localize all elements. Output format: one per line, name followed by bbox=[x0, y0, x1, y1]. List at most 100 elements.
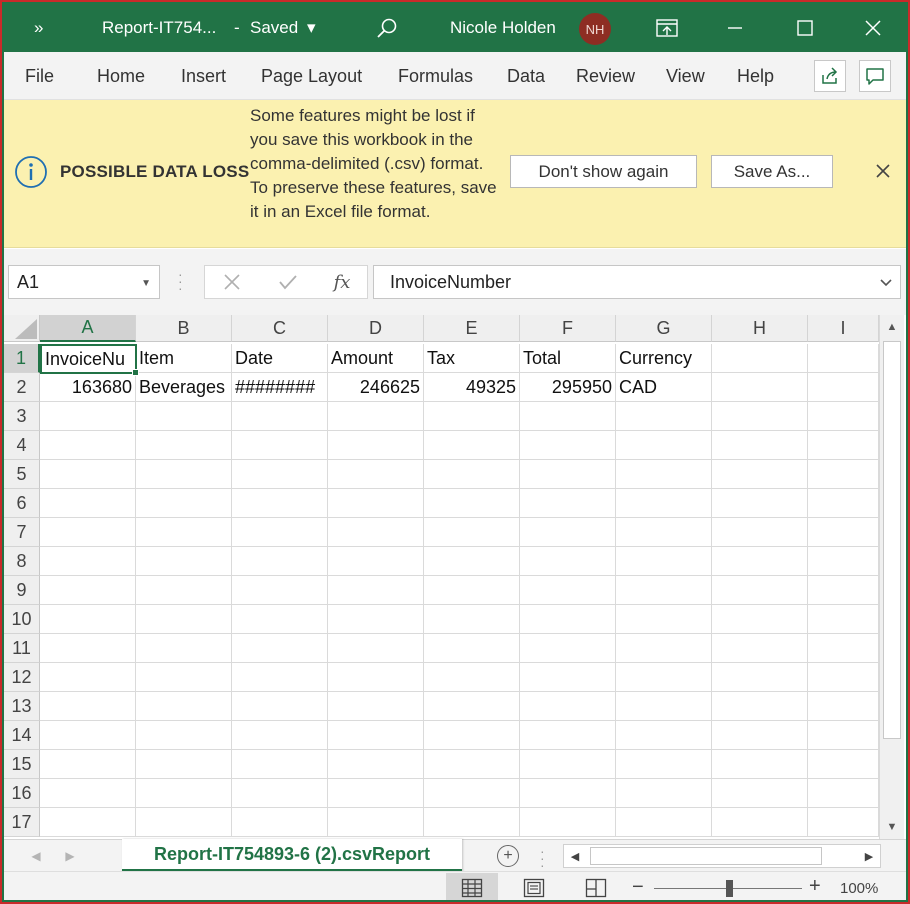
cell-f13[interactable] bbox=[520, 692, 616, 721]
close-button[interactable] bbox=[850, 4, 896, 52]
cell-h5[interactable] bbox=[712, 460, 808, 489]
horizontal-scroll-thumb[interactable] bbox=[590, 847, 822, 865]
tab-help[interactable]: Help bbox=[737, 52, 774, 100]
cell-i13[interactable] bbox=[808, 692, 879, 721]
cell-h11[interactable] bbox=[712, 634, 808, 663]
cell-d17[interactable] bbox=[328, 808, 424, 837]
cell-a1[interactable]: InvoiceNu bbox=[40, 344, 139, 376]
cell-h12[interactable] bbox=[712, 663, 808, 692]
select-all-button[interactable] bbox=[4, 315, 40, 342]
horizontal-scrollbar[interactable]: ◀ ▶ bbox=[563, 844, 881, 868]
cell-d3[interactable] bbox=[328, 402, 424, 431]
cell-b16[interactable] bbox=[136, 779, 232, 808]
cell-f8[interactable] bbox=[520, 547, 616, 576]
cell-a4[interactable] bbox=[40, 431, 136, 460]
cell-d8[interactable] bbox=[328, 547, 424, 576]
cell-b9[interactable] bbox=[136, 576, 232, 605]
cell-g4[interactable] bbox=[616, 431, 712, 460]
cell-c6[interactable] bbox=[232, 489, 328, 518]
cell-d11[interactable] bbox=[328, 634, 424, 663]
column-header-c[interactable]: C bbox=[232, 315, 328, 342]
cell-a10[interactable] bbox=[40, 605, 136, 634]
document-title[interactable]: Report-IT754... bbox=[102, 4, 216, 52]
tab-data[interactable]: Data bbox=[507, 52, 545, 100]
cell-b15[interactable] bbox=[136, 750, 232, 779]
scroll-down-icon[interactable]: ▼ bbox=[880, 815, 904, 839]
row-header-10[interactable]: 10 bbox=[4, 605, 40, 634]
cancel-button[interactable] bbox=[217, 266, 247, 298]
cell-c16[interactable] bbox=[232, 779, 328, 808]
tab-view[interactable]: View bbox=[666, 52, 705, 100]
chevron-down-icon[interactable] bbox=[878, 274, 894, 290]
previous-sheet-icon[interactable]: ◀ bbox=[24, 840, 48, 872]
add-sheet-button[interactable]: + bbox=[497, 845, 519, 867]
zoom-level[interactable]: 100% bbox=[840, 880, 878, 897]
cell-e4[interactable] bbox=[424, 431, 520, 460]
cell-e1[interactable]: Tax bbox=[424, 344, 520, 373]
column-header-d[interactable]: D bbox=[328, 315, 424, 342]
cell-h10[interactable] bbox=[712, 605, 808, 634]
cell-i17[interactable] bbox=[808, 808, 879, 837]
zoom-slider-thumb[interactable] bbox=[726, 880, 733, 897]
chevron-down-icon[interactable]: ▾ bbox=[307, 4, 316, 52]
row-header-9[interactable]: 9 bbox=[4, 576, 40, 605]
cell-g13[interactable] bbox=[616, 692, 712, 721]
cell-e7[interactable] bbox=[424, 518, 520, 547]
cell-c14[interactable] bbox=[232, 721, 328, 750]
cell-h13[interactable] bbox=[712, 692, 808, 721]
row-header-12[interactable]: 12 bbox=[4, 663, 40, 692]
tab-formulas[interactable]: Formulas bbox=[398, 52, 473, 100]
cell-b2[interactable]: Beverages bbox=[136, 373, 232, 402]
insert-function-button[interactable]: fx bbox=[327, 266, 357, 298]
cell-e3[interactable] bbox=[424, 402, 520, 431]
cell-e13[interactable] bbox=[424, 692, 520, 721]
column-header-g[interactable]: G bbox=[616, 315, 712, 342]
cell-i3[interactable] bbox=[808, 402, 879, 431]
cell-c7[interactable] bbox=[232, 518, 328, 547]
cell-g1[interactable]: Currency bbox=[616, 344, 712, 373]
next-sheet-icon[interactable]: ▶ bbox=[58, 840, 82, 872]
cell-e8[interactable] bbox=[424, 547, 520, 576]
tab-page-layout[interactable]: Page Layout bbox=[261, 52, 362, 100]
cell-d7[interactable] bbox=[328, 518, 424, 547]
cell-a14[interactable] bbox=[40, 721, 136, 750]
name-box[interactable]: A1 ▼ bbox=[8, 265, 160, 299]
cell-b14[interactable] bbox=[136, 721, 232, 750]
cell-e2[interactable]: 49325 bbox=[424, 373, 520, 402]
cell-d16[interactable] bbox=[328, 779, 424, 808]
cell-c3[interactable] bbox=[232, 402, 328, 431]
cell-b1[interactable]: Item bbox=[136, 344, 232, 373]
formula-bar-resize-handle[interactable]: · · · bbox=[178, 267, 183, 295]
cell-c12[interactable] bbox=[232, 663, 328, 692]
cell-d12[interactable] bbox=[328, 663, 424, 692]
cell-a13[interactable] bbox=[40, 692, 136, 721]
cell-i5[interactable] bbox=[808, 460, 879, 489]
cell-d5[interactable] bbox=[328, 460, 424, 489]
tab-insert[interactable]: Insert bbox=[181, 52, 226, 100]
tab-file[interactable]: File bbox=[25, 52, 54, 100]
cell-f16[interactable] bbox=[520, 779, 616, 808]
cell-h2[interactable] bbox=[712, 373, 808, 402]
cell-a9[interactable] bbox=[40, 576, 136, 605]
cell-g5[interactable] bbox=[616, 460, 712, 489]
chevron-down-icon[interactable]: ▼ bbox=[141, 278, 151, 289]
cell-d4[interactable] bbox=[328, 431, 424, 460]
cell-i4[interactable] bbox=[808, 431, 879, 460]
cell-h17[interactable] bbox=[712, 808, 808, 837]
cell-a7[interactable] bbox=[40, 518, 136, 547]
cell-a3[interactable] bbox=[40, 402, 136, 431]
cell-h9[interactable] bbox=[712, 576, 808, 605]
cell-a11[interactable] bbox=[40, 634, 136, 663]
page-layout-view-button[interactable] bbox=[508, 873, 560, 900]
cell-g17[interactable] bbox=[616, 808, 712, 837]
row-header-4[interactable]: 4 bbox=[4, 431, 40, 460]
zoom-in-button[interactable]: + bbox=[809, 875, 821, 898]
cell-c11[interactable] bbox=[232, 634, 328, 663]
cell-h15[interactable] bbox=[712, 750, 808, 779]
cell-i14[interactable] bbox=[808, 721, 879, 750]
row-header-5[interactable]: 5 bbox=[4, 460, 40, 489]
row-header-15[interactable]: 15 bbox=[4, 750, 40, 779]
row-header-13[interactable]: 13 bbox=[4, 692, 40, 721]
user-name[interactable]: Nicole Holden bbox=[450, 4, 556, 52]
cell-d14[interactable] bbox=[328, 721, 424, 750]
